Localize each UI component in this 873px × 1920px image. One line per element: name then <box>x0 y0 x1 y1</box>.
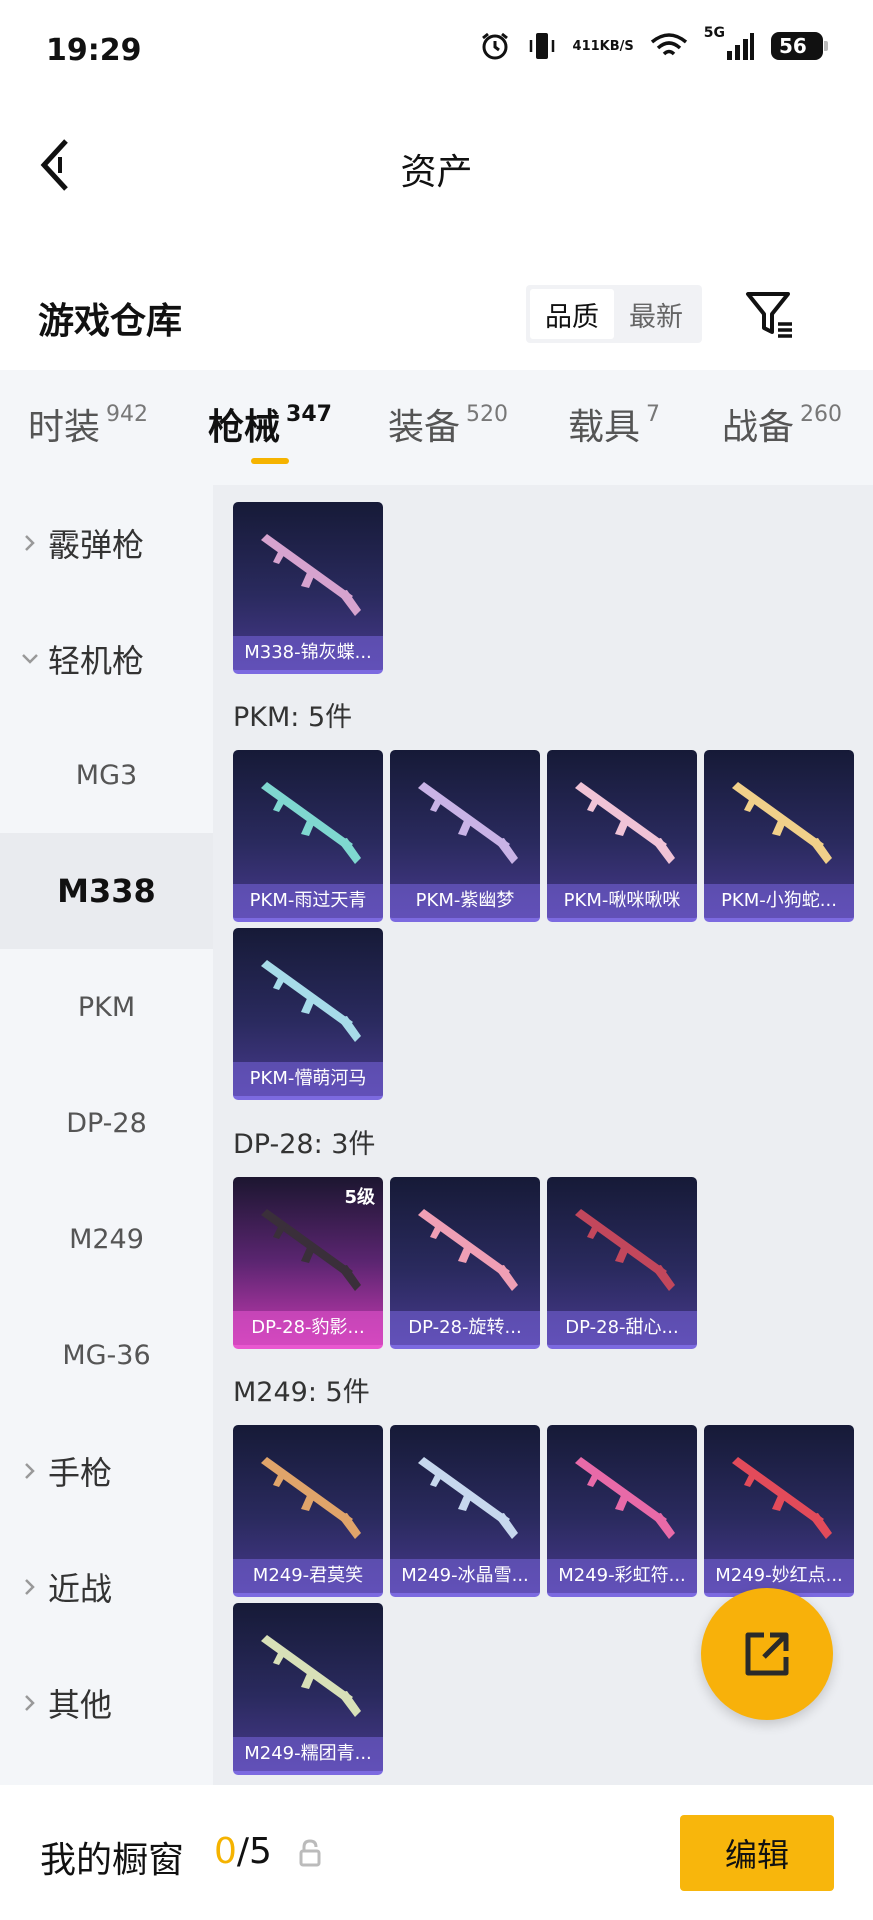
bottom-bar: 我的橱窗 0/5 编辑 <box>0 1785 873 1920</box>
gun-skin-image <box>732 1457 832 1539</box>
cellular-icon: 5G <box>704 25 755 61</box>
skin-name: M338-锦灰蝶... <box>233 636 383 670</box>
skin-name: M249-糯团青... <box>233 1737 383 1771</box>
edit-button[interactable]: 编辑 <box>680 1815 834 1891</box>
skin-card[interactable]: PKM-雨过天青 <box>233 750 383 922</box>
sort-option-quality[interactable]: 品质 <box>530 289 614 339</box>
active-tab-indicator <box>251 458 289 464</box>
skin-name: DP-28-甜心... <box>547 1311 697 1345</box>
skin-card[interactable]: M338-锦灰蝶... <box>233 502 383 674</box>
share-button[interactable] <box>701 1588 833 1720</box>
skin-card[interactable]: PKM-紫幽梦 <box>390 750 540 922</box>
sidebar-item-mg3[interactable]: MG3 <box>0 717 213 833</box>
gun-skin-image <box>575 782 675 864</box>
chevron-right-icon <box>20 1461 40 1481</box>
showcase-count: 0/5 <box>214 1831 272 1872</box>
sidebar-item-pkm[interactable]: PKM <box>0 949 213 1065</box>
sidebar-item-mg36[interactable]: MG-36 <box>0 1297 213 1413</box>
chevron-down-icon <box>20 653 40 665</box>
skin-card[interactable]: M249-彩虹符... <box>547 1425 697 1597</box>
tab-fashion[interactable]: 时装 942 <box>28 398 148 450</box>
skin-card[interactable]: DP-28-甜心... <box>547 1177 697 1349</box>
gun-skin-image <box>261 1635 361 1717</box>
filter-button[interactable] <box>742 286 798 342</box>
skin-card[interactable]: M249-糯团青... <box>233 1603 383 1775</box>
skin-name: PKM-雨过天青 <box>233 884 383 918</box>
skin-card[interactable]: 5级 DP-28-豹影... <box>233 1177 383 1349</box>
gun-skin-image <box>418 1457 518 1539</box>
sort-toggle: 品质 最新 <box>526 285 702 343</box>
sidebar-item-m338[interactable]: M338 <box>0 833 213 949</box>
sidebar-group-pistol[interactable]: 手枪 <box>0 1413 213 1529</box>
skin-name: PKM-小狗蛇... <box>704 884 854 918</box>
sidebar-group-melee[interactable]: 近战 <box>0 1529 213 1645</box>
gun-skin-image <box>575 1209 675 1291</box>
skin-card[interactable]: PKM-小狗蛇... <box>704 750 854 922</box>
category-tabs: 时装 942 枪械 347 装备 520 载具 7 战备 260 <box>0 370 873 485</box>
skin-card[interactable]: M249-冰晶雪... <box>390 1425 540 1597</box>
wifi-icon <box>650 32 688 60</box>
skin-name: M249-君莫笑 <box>233 1559 383 1593</box>
sidebar-item-m249[interactable]: M249 <box>0 1181 213 1297</box>
showcase-label: 我的橱窗 <box>40 1840 185 1881</box>
skin-name: DP-28-旋转... <box>390 1311 540 1345</box>
gun-skin-image <box>732 782 832 864</box>
sidebar-group-other[interactable]: 其他 <box>0 1645 213 1761</box>
level-badge: 5级 <box>344 1187 375 1208</box>
skin-name: M249-妙红点... <box>704 1559 854 1593</box>
tab-guns[interactable]: 枪械 347 <box>208 398 332 450</box>
gun-skin-image <box>261 1457 361 1539</box>
warehouse-title: 游戏仓库 <box>38 301 183 342</box>
gun-skin-image <box>261 782 361 864</box>
gun-skin-image <box>261 534 361 616</box>
warehouse-row: 游戏仓库 品质 最新 <box>0 270 873 360</box>
gun-skin-image <box>261 960 361 1042</box>
page-title: 资产 <box>400 152 473 193</box>
skin-card[interactable]: M249-妙红点... <box>704 1425 854 1597</box>
skin-name: PKM-啾咪啾咪 <box>547 884 697 918</box>
skin-card[interactable]: M249-君莫笑 <box>233 1425 383 1597</box>
gun-skin-image <box>418 782 518 864</box>
chevron-right-icon <box>20 533 40 553</box>
gun-skin-image <box>418 1209 518 1291</box>
network-type: 5G <box>703 25 725 41</box>
skin-name: M249-冰晶雪... <box>390 1559 540 1593</box>
share-icon <box>745 1632 789 1676</box>
gun-skin-image <box>575 1457 675 1539</box>
skin-card[interactable]: PKM-啾咪啾咪 <box>547 750 697 922</box>
sort-option-latest[interactable]: 最新 <box>614 289 698 339</box>
tab-equipment[interactable]: 装备 520 <box>388 398 508 450</box>
skin-name: DP-28-豹影... <box>233 1311 383 1345</box>
skin-card[interactable]: PKM-懵萌河马 <box>233 928 383 1100</box>
skin-name: PKM-紫幽梦 <box>390 884 540 918</box>
group-label-dp28: DP-28: 3件 <box>233 1129 376 1160</box>
battery-indicator: 56 <box>771 32 828 60</box>
status-bar: 19:29 411 KB/S 5G 56 <box>0 0 873 105</box>
chevron-right-icon <box>20 1577 40 1597</box>
skin-name: M249-彩虹符... <box>547 1559 697 1593</box>
chevron-right-icon <box>20 1693 40 1713</box>
vibrate-icon <box>527 30 557 62</box>
weapon-sidebar: 霰弹枪 轻机枪 MG3 M338 PKM DP-28 M249 MG-36 手枪… <box>0 485 213 1785</box>
nav-header: 资产 <box>0 105 873 225</box>
tab-vehicles[interactable]: 载具 7 <box>568 398 660 450</box>
filter-icon <box>746 292 792 338</box>
sidebar-item-dp28[interactable]: DP-28 <box>0 1065 213 1181</box>
group-label-m249: M249: 5件 <box>233 1377 370 1408</box>
status-time: 19:29 <box>46 33 142 68</box>
alarm-icon <box>479 30 511 62</box>
net-speed: 411 KB/S <box>572 38 634 54</box>
group-label-pkm: PKM: 5件 <box>233 702 353 733</box>
tab-supplies[interactable]: 战备 260 <box>722 398 842 450</box>
skin-card[interactable]: DP-28-旋转... <box>390 1177 540 1349</box>
sidebar-group-lmg[interactable]: 轻机枪 <box>0 601 213 717</box>
skin-name: PKM-懵萌河马 <box>233 1062 383 1096</box>
sidebar-group-shotgun[interactable]: 霰弹枪 <box>0 485 213 601</box>
status-icons: 411 KB/S 5G 56 <box>479 25 828 62</box>
lock-icon <box>299 1839 321 1867</box>
gun-skin-image <box>261 1209 361 1291</box>
